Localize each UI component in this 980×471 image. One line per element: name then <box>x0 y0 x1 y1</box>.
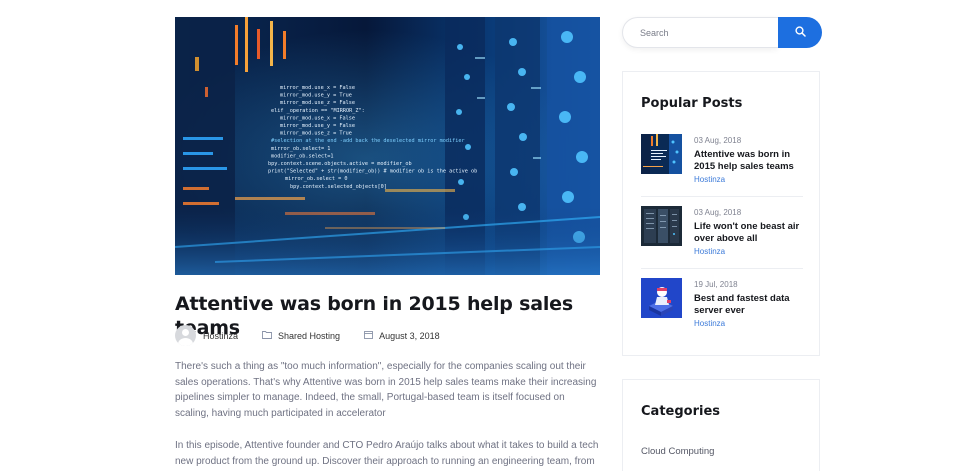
popular-post-author[interactable]: Hostinza <box>694 175 725 184</box>
divider <box>641 196 803 197</box>
divider <box>641 268 803 269</box>
popular-post-title[interactable]: Best and fastest data server ever <box>694 293 806 317</box>
search-input[interactable] <box>622 17 778 48</box>
post-category[interactable]: Shared Hosting <box>262 330 340 341</box>
folder-icon <box>262 330 272 341</box>
hero-code-line: mirror_mod.use_x = False <box>280 85 355 91</box>
post-paragraph-1: There's such a thing as "too much inform… <box>175 361 597 419</box>
popular-post-thumbnail[interactable] <box>641 206 682 246</box>
hero-code-line: elif _operation == "MIRROR_Z": <box>271 108 365 114</box>
hero-code-line: mirror_mod.use_z = False <box>280 100 355 106</box>
post-date-label: August 3, 2018 <box>379 330 440 341</box>
hero-code-line: mirror_mod.use_z = True <box>280 131 352 137</box>
post-paragraph-2: In this episode, Attentive founder and C… <box>175 440 599 467</box>
popular-post-title[interactable]: Attentive was born in 2015 help sales te… <box>694 149 806 173</box>
popular-post-author[interactable]: Hostinza <box>694 319 725 328</box>
popular-posts-title: Popular Posts <box>641 96 743 111</box>
hero-code-line: mirror_mod.use_y = False <box>280 123 355 129</box>
popular-post-date: 03 Aug, 2018 <box>694 136 742 145</box>
hero-code-line: mirror_ob.select = 0 <box>285 176 347 182</box>
post-author[interactable]: Hostinza <box>203 331 238 341</box>
post-author-name[interactable]: Hostinza <box>203 331 238 341</box>
hero-code-line: modifier_ob.select=1 <box>271 153 333 159</box>
popular-post-item[interactable]: 03 Aug, 2018 Attentive was born in 2015 … <box>641 134 803 194</box>
popular-posts-widget: Popular Posts 03 Aug, 2018 Attentive was… <box>622 71 820 356</box>
hero-code-line: #selection at the end -add back the dese… <box>271 138 465 144</box>
popular-post-item[interactable]: 19 Jul, 2018 Best and fastest data serve… <box>641 278 803 338</box>
popular-post-author[interactable]: Hostinza <box>694 247 725 256</box>
hero-code-line: mirror_mod.use_y = True <box>280 93 352 99</box>
popular-post-thumbnail[interactable] <box>641 134 682 174</box>
post-featured-image[interactable]: mirror_mod.use_x = False mirror_mod.use_y… <box>175 17 600 275</box>
user-avatar-icon <box>175 325 196 346</box>
popular-post-date: 19 Jul, 2018 <box>694 280 738 289</box>
hero-code-line: print("Selected" + str(modifier_ob)) # m… <box>268 169 477 175</box>
post-meta: Hostinza Shared Hosting August 3, 2018 <box>175 325 464 346</box>
search-button[interactable] <box>778 17 822 48</box>
post-date: August 3, 2018 <box>364 330 440 341</box>
hero-code-line: mirror_ob.select= 1 <box>271 146 330 152</box>
post-category-label[interactable]: Shared Hosting <box>278 331 340 341</box>
hero-code-line: mirror_mod.use_x = False <box>280 115 355 121</box>
popular-post-title[interactable]: Life won't one beast air over above all <box>694 221 806 245</box>
popular-post-date: 03 Aug, 2018 <box>694 208 742 217</box>
popular-post-item[interactable]: 03 Aug, 2018 Life won't one beast air ov… <box>641 206 803 266</box>
blog-post-page: mirror_mod.use_x = False mirror_mod.use_y… <box>0 0 980 471</box>
hero-code-line: bpy.context.scene.objects.active = modif… <box>268 161 412 167</box>
hero-code-line: bpy.context.selected_objects[0] <box>290 184 387 190</box>
search-form <box>622 17 822 48</box>
server-code-illustration: mirror_mod.use_x = False mirror_mod.use_y… <box>175 17 600 275</box>
popular-post-thumbnail[interactable] <box>641 278 682 318</box>
calendar-icon <box>364 330 374 341</box>
categories-title: Categories <box>641 404 721 419</box>
categories-widget: Categories Cloud Computing <box>622 379 820 471</box>
category-link[interactable]: Cloud Computing <box>641 446 714 457</box>
search-icon <box>794 25 806 40</box>
